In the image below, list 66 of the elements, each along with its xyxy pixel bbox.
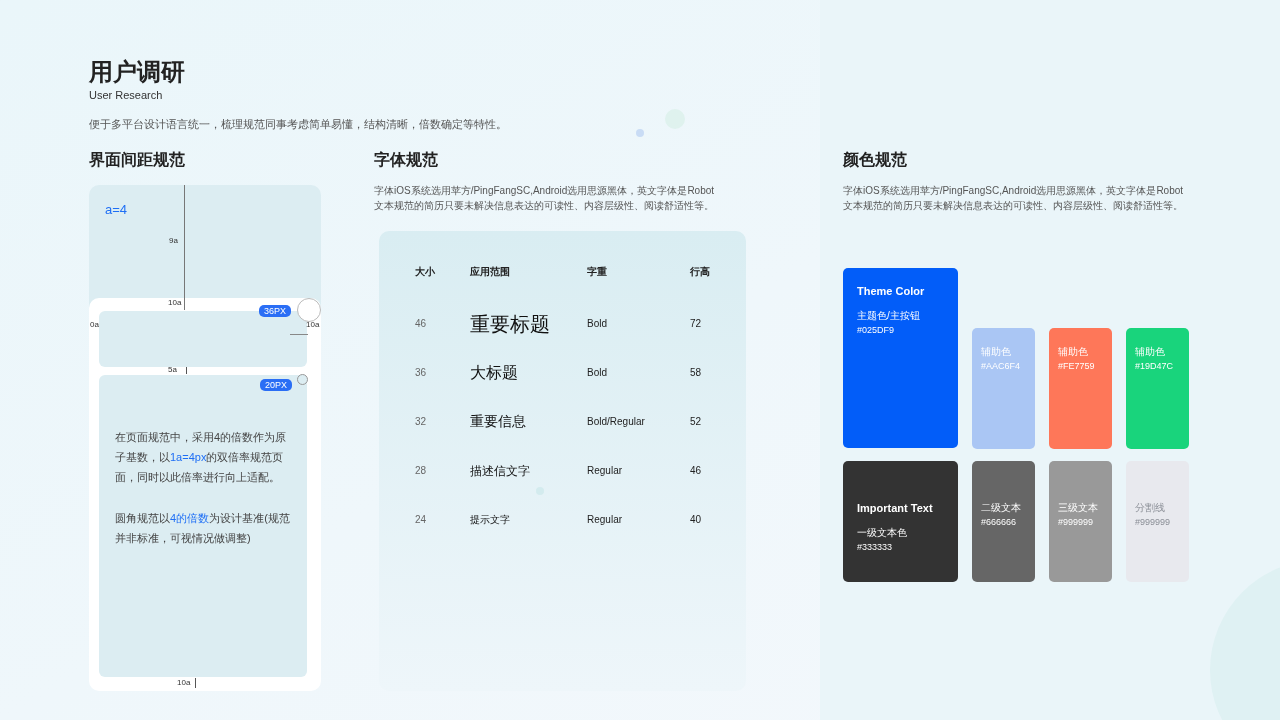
measure-label: 9a — [169, 236, 178, 246]
swatch-code: #AAC6F4 — [981, 360, 1022, 373]
swatch-label: 三级文本 — [1058, 501, 1099, 515]
measure-label: 0a — [90, 320, 99, 330]
table-cell-text: 28 — [415, 464, 428, 478]
radius-badge: 20PX — [260, 379, 293, 391]
unit-label: a=4 — [105, 201, 128, 219]
swatch-code: #333333 — [857, 540, 894, 554]
measure-label: 5a — [168, 365, 177, 375]
page-subtitle: User Research — [89, 88, 164, 102]
radius-badge: 36PX — [259, 305, 292, 317]
table-cell-text: 40 — [690, 513, 703, 527]
table-cell-text: 32 — [415, 415, 428, 429]
table-cell-text: Regular — [587, 513, 624, 527]
section-description: 字体iOS系统选用苹方/PingFangSC,Android选用思源黑体，英文字体是Robot — [843, 184, 1184, 198]
swatch-label: 分割线 — [1135, 501, 1166, 515]
swatch-label: 辅助色 — [1135, 345, 1166, 359]
swatch-code: #999999 — [1058, 516, 1095, 529]
swatch-label: 主题色/主按钮 — [857, 308, 921, 323]
page-description: 便于多平台设计语言统一，梳理规范同事考虑简单易懂，结构清晰，倍数确定等特性。 — [89, 117, 507, 131]
section-description: 文本规范的简历只要未解决信息表达的可读性、内容层级性、阅读舒适性等。 — [374, 199, 715, 213]
table-cell-text: Bold — [587, 366, 608, 380]
measure-label: 10a — [177, 678, 191, 688]
swatch-code: #999999 — [1135, 516, 1172, 529]
table-cell-text: 提示文字 — [470, 513, 511, 527]
page-title: 用户调研 — [89, 57, 186, 87]
section-description: 字体iOS系统选用苹方/PingFangSC,Android选用思源黑体，英文字体是Robot — [374, 184, 715, 198]
measure-label: 10a — [306, 320, 320, 330]
swatch-code: #025DF9 — [857, 323, 896, 337]
swatch-label: 辅助色 — [1058, 345, 1089, 359]
measure-line — [290, 334, 308, 335]
table-cell-text: 36 — [415, 366, 428, 380]
table-cell-text: 58 — [690, 366, 703, 380]
column-header: 大小 — [415, 264, 436, 279]
table-cell-text: 重要标题 — [470, 311, 551, 337]
column-header: 行高 — [690, 264, 711, 279]
swatch-label: 一级文本色 — [857, 525, 908, 540]
swatch-code: #FE7759 — [1058, 360, 1096, 373]
measure-label: 10a — [168, 298, 182, 308]
table-cell-text: 72 — [690, 317, 703, 331]
section-description: 文本规范的简历只要未解决信息表达的可读性、内容层级性、阅读舒适性等。 — [843, 199, 1184, 213]
table-cell-text: Bold/Regular — [587, 415, 646, 429]
swatch-code: #666666 — [981, 516, 1018, 529]
swatch-code: #19D47C — [1135, 360, 1175, 373]
table-cell-text: 重要信息 — [470, 412, 527, 431]
table-cell-text: 大标题 — [470, 362, 519, 383]
table-cell-text: 24 — [415, 513, 428, 527]
swatch-title: Important Text — [857, 501, 934, 516]
swatch-label: 二级文本 — [981, 501, 1022, 515]
swatch-title: Theme Color — [857, 284, 926, 299]
swatch-label: 辅助色 — [981, 345, 1012, 359]
table-cell-text: 52 — [690, 415, 703, 429]
section-title: 颜色规范 — [843, 150, 908, 170]
measure-tick — [186, 367, 187, 374]
measure-tick — [195, 678, 196, 688]
spacing-note: 圆角规范以4的倍数为设计基准(规范并非标准，可视情况做调整) — [115, 511, 291, 546]
column-header: 字重 — [587, 264, 608, 279]
table-cell-text: 描述信文字 — [470, 462, 531, 480]
table-cell-text: 46 — [415, 317, 428, 331]
section-title: 界面间距规范 — [89, 150, 185, 170]
section-title: 字体规范 — [374, 150, 439, 170]
column-header: 应用范围 — [470, 264, 511, 279]
spacing-note: 在页面规范中，采用4的倍数作为原子基数，以1a=4px的双倍率规范页面，同时以此倍率进行向上适配。 — [115, 430, 288, 485]
table-cell-text: 46 — [690, 464, 703, 478]
table-cell-text: Regular — [587, 464, 624, 478]
table-cell-text: Bold — [587, 317, 608, 331]
